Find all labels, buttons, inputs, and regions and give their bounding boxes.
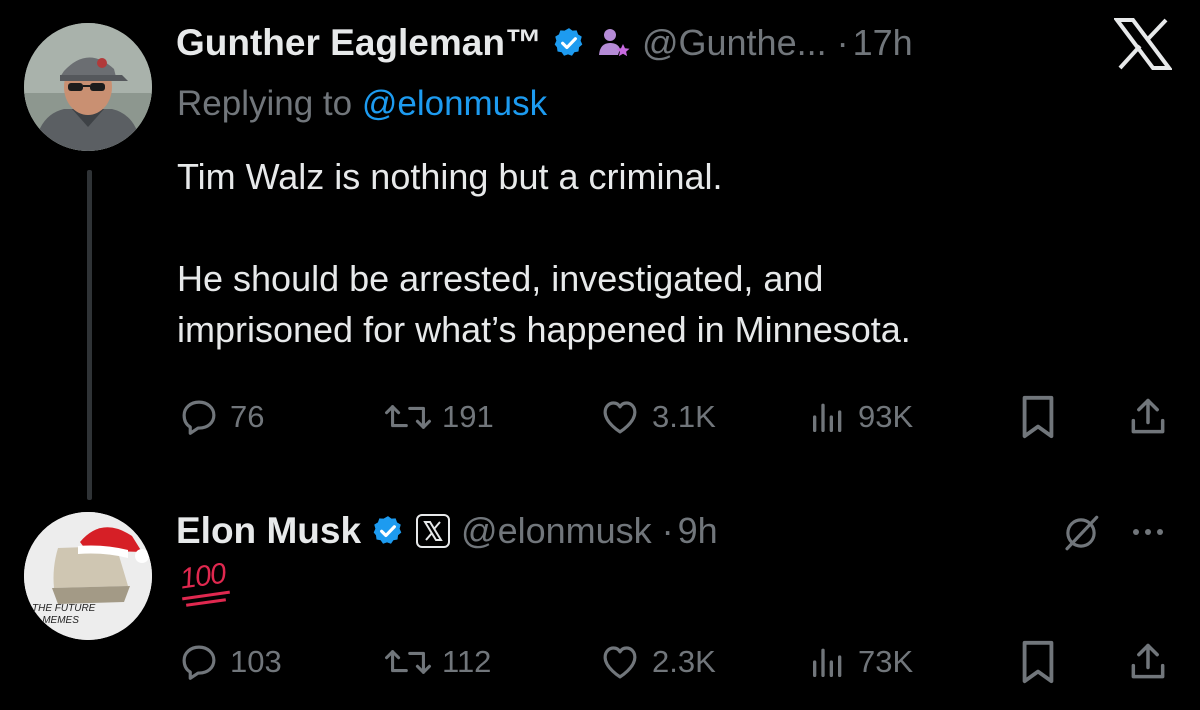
replying-to: Replying to @elonmusk: [177, 84, 547, 124]
views-count: 73K: [858, 644, 914, 679]
like-count: 3.1K: [652, 399, 716, 434]
avatar-elon[interactable]: THE FUTURE IS MEMES: [24, 512, 152, 640]
views-button[interactable]: 73K: [808, 641, 913, 683]
author-handle[interactable]: @elonmusk: [461, 510, 652, 552]
verified-badge-icon: [371, 514, 405, 548]
repost-icon: [384, 396, 432, 438]
reply-button[interactable]: 103: [178, 641, 282, 683]
tweet-timestamp[interactable]: 17h: [853, 22, 913, 64]
affiliate-badge-icon: [596, 25, 632, 61]
avatar-gunther[interactable]: [24, 23, 152, 151]
tweet-text-line: Tim Walz is nothing but a criminal.: [177, 156, 723, 197]
tweet1-header: Gunther Eagleman™ @Gunthe... · 17h: [176, 20, 913, 66]
author-handle[interactable]: @Gunthe...: [642, 22, 827, 64]
tweet-timestamp[interactable]: 9h: [678, 510, 718, 552]
share-icon: [1126, 394, 1170, 440]
views-icon: [808, 396, 848, 438]
avatar-caption-line1: THE FUTURE: [32, 603, 96, 614]
author-name[interactable]: Gunther Eagleman™: [176, 22, 542, 64]
x-logo-icon[interactable]: [1113, 18, 1173, 70]
tweet2-header: Elon Musk @elonmusk · 9h: [176, 508, 718, 554]
views-count: 93K: [858, 399, 914, 434]
tweet-text-line: imprisoned for what’s happened in Minnes…: [177, 309, 911, 350]
reply-icon: [178, 396, 220, 438]
tweet-text-line: He should be arrested, investigated, and: [177, 258, 824, 299]
share-button[interactable]: [1126, 639, 1170, 685]
separator-dot: ·: [661, 510, 674, 551]
x-affiliate-badge-icon: [415, 513, 451, 549]
views-icon: [808, 641, 848, 683]
grok-icon[interactable]: [1060, 512, 1102, 554]
separator-dot: ·: [836, 22, 849, 63]
bookmark-button[interactable]: [1018, 639, 1058, 685]
repost-count: 191: [442, 399, 494, 434]
reply-button[interactable]: 76: [178, 396, 264, 438]
more-icon[interactable]: [1128, 520, 1168, 544]
like-count: 2.3K: [652, 644, 716, 679]
repost-count: 112: [442, 644, 492, 679]
repost-icon: [384, 641, 432, 683]
repost-button[interactable]: 191: [384, 396, 494, 438]
like-button[interactable]: 2.3K: [598, 641, 716, 683]
avatar-caption-line2: IS MEMES: [30, 615, 79, 626]
bookmark-icon: [1018, 639, 1058, 685]
bookmark-button[interactable]: [1018, 394, 1058, 440]
like-icon: [598, 641, 642, 683]
reply-count: 103: [230, 644, 282, 679]
share-button[interactable]: [1126, 394, 1170, 440]
bookmark-icon: [1018, 394, 1058, 440]
thread-connector-line: [87, 170, 92, 500]
repost-button[interactable]: 112: [384, 641, 491, 683]
author-name[interactable]: Elon Musk: [176, 510, 361, 552]
like-icon: [598, 396, 642, 438]
replying-to-link[interactable]: @elonmusk: [362, 84, 547, 123]
views-button[interactable]: 93K: [808, 396, 913, 438]
verified-badge-icon: [552, 26, 586, 60]
tweet-text: Tim Walz is nothing but a criminal. He s…: [177, 151, 1137, 355]
like-button[interactable]: 3.1K: [598, 396, 716, 438]
hundred-points-emoji: 100: [178, 558, 234, 610]
reply-count: 76: [230, 399, 265, 434]
share-icon: [1126, 639, 1170, 685]
replying-to-label: Replying to: [177, 84, 362, 123]
reply-icon: [178, 641, 220, 683]
